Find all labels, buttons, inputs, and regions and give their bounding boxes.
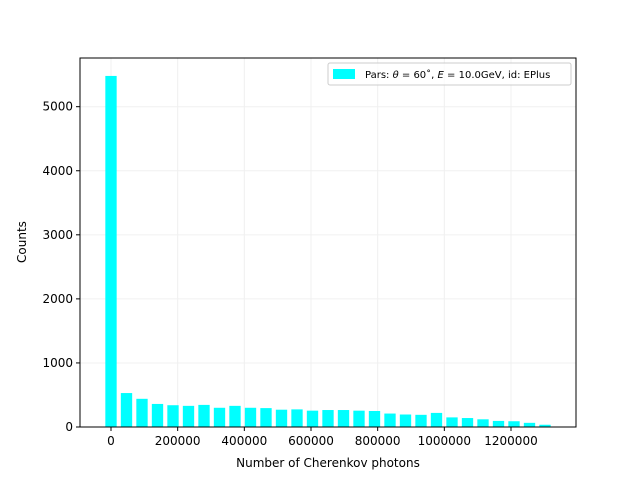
bar — [446, 417, 458, 427]
bar — [492, 420, 505, 427]
bar — [322, 410, 334, 427]
bar — [384, 413, 396, 427]
bar — [399, 414, 412, 427]
bars — [105, 75, 551, 427]
legend-prefix: Pars: — [365, 70, 393, 81]
y-tick-label: 0 — [65, 420, 73, 434]
bar — [353, 410, 365, 427]
bar — [461, 418, 474, 427]
bar — [523, 422, 536, 427]
bar — [229, 405, 241, 427]
x-ticks: 0 200000 400000 600000 800000 1000000 1200000 — [107, 427, 538, 448]
legend-label: Pars: θ = 60˚, E = 10.0GeV, id: EPlus — [365, 69, 550, 81]
x-tick-label: 0 — [107, 434, 115, 448]
x-tick-label: 1200000 — [484, 434, 537, 448]
bar — [368, 410, 381, 427]
bar — [291, 409, 303, 427]
y-tick-label: 2000 — [42, 292, 73, 306]
legend-swatch — [333, 69, 355, 79]
bar — [260, 408, 272, 427]
legend-theta-value: = 60˚, — [399, 69, 438, 81]
bar — [198, 404, 210, 427]
bar — [477, 419, 489, 427]
bar — [415, 414, 427, 427]
y-tick-label: 1000 — [42, 356, 73, 370]
y-axis-label: Counts — [15, 221, 29, 263]
bar — [167, 405, 179, 427]
bar — [306, 410, 319, 427]
y-ticks: 0 1000 2000 3000 4000 5000 — [42, 100, 80, 434]
x-tick-label: 600000 — [288, 434, 334, 448]
y-tick-label: 5000 — [42, 100, 73, 114]
bar — [430, 412, 443, 427]
y-tick-label: 4000 — [42, 164, 73, 178]
histogram-chart: 0 200000 400000 600000 800000 1000000 1200000 … — [15, 57, 577, 470]
bar — [120, 393, 133, 427]
x-tick-label: 800000 — [355, 434, 401, 448]
x-tick-label: 400000 — [221, 434, 267, 448]
bar — [508, 421, 520, 427]
plot-frame — [79, 57, 577, 428]
bar — [275, 409, 288, 427]
x-axis-label: Number of Cherenkov photons — [236, 456, 420, 470]
x-tick-label: 1000000 — [418, 434, 471, 448]
y-tick-label: 3000 — [42, 228, 73, 242]
bar — [244, 407, 257, 427]
legend-energy-value: = 10.0GeV, id: EPlus — [444, 70, 550, 81]
bar — [337, 410, 350, 427]
bar — [182, 405, 195, 427]
bar — [213, 407, 226, 427]
legend: Pars: θ = 60˚, E = 10.0GeV, id: EPlus — [327, 62, 572, 86]
grid — [80, 58, 576, 428]
bar — [136, 398, 148, 427]
bar — [105, 75, 117, 427]
x-tick-label: 200000 — [155, 434, 201, 448]
bar — [151, 403, 164, 427]
